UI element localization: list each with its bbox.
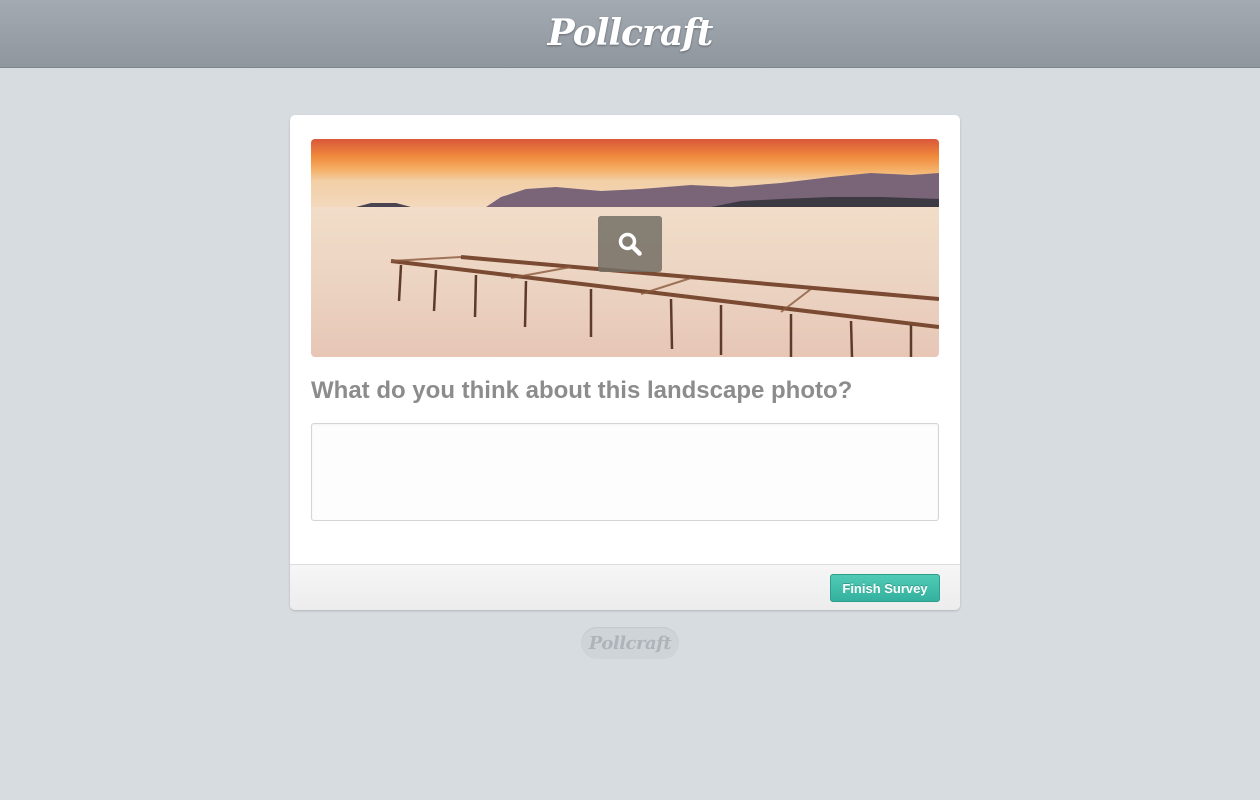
top-bar: Pollcraft [0, 0, 1260, 68]
survey-card: What do you think about this landscape p… [290, 115, 960, 610]
search-icon [618, 232, 642, 256]
card-footer: Finish Survey [290, 564, 960, 610]
survey-question: What do you think about this landscape p… [311, 377, 853, 404]
pollcraft-logo[interactable]: Pollcraft [548, 12, 714, 54]
powered-by-logo: Pollcraft [588, 632, 672, 654]
powered-by-badge[interactable]: Pollcraft [581, 627, 679, 659]
answer-textarea[interactable] [311, 423, 939, 521]
landscape-photo[interactable] [311, 139, 939, 357]
finish-survey-button[interactable]: Finish Survey [830, 574, 940, 602]
zoom-button[interactable] [598, 216, 662, 272]
